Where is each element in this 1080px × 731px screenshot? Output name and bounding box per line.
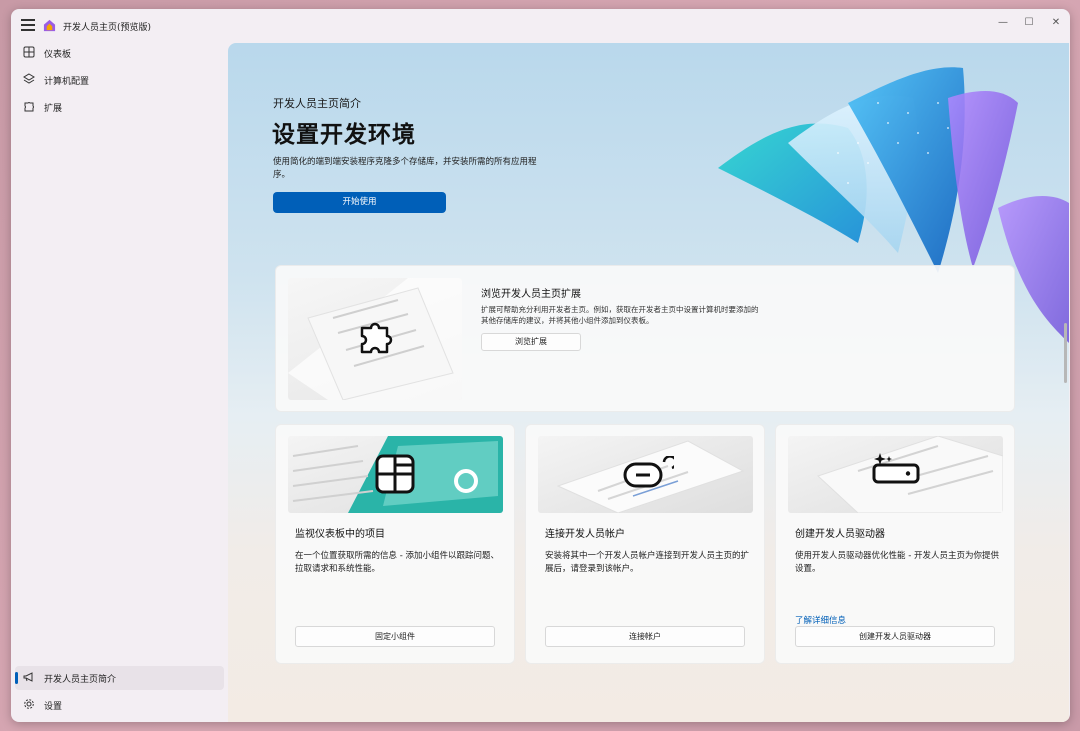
sidebar-item-label: 计算机配置 xyxy=(44,77,90,87)
extensions-description: 扩展可帮助充分利用开发者主页。例如，获取在开发者主页中设置计算机时要添加的其他存… xyxy=(481,305,759,325)
pin-widgets-button[interactable]: 固定小组件 xyxy=(295,626,495,647)
gear-icon xyxy=(24,699,34,709)
sidebar-item-label: 开发人员主页简介 xyxy=(44,675,117,685)
maximize-button[interactable]: ☐ xyxy=(1020,15,1038,31)
close-button[interactable]: ✕ xyxy=(1047,15,1065,31)
browse-extensions-button[interactable]: 浏览扩展 xyxy=(481,333,581,351)
extensions-card: 浏览开发人员主页扩展 扩展可帮助充分利用开发者主页。例如，获取在开发者主页中设置… xyxy=(275,265,1015,412)
extensions-thumbnail xyxy=(288,278,462,400)
extensions-title: 浏览开发人员主页扩展 xyxy=(481,289,581,300)
card-title: 监视仪表板中的项目 xyxy=(295,529,385,540)
menu-icon[interactable] xyxy=(21,19,35,31)
sidebar-item-machine-config[interactable]: 计算机配置 xyxy=(15,68,224,92)
scrollbar[interactable] xyxy=(1064,323,1067,383)
dev-drive-card: 创建开发人员驱动器 使用开发人员驱动器优化性能 - 开发人员主页为你提供设置。 … xyxy=(775,424,1015,664)
card-description: 在一个位置获取所需的信息 - 添加小组件以跟踪问题、拉取请求和系统性能。 xyxy=(295,551,499,574)
accounts-thumbnail xyxy=(538,436,753,513)
hero-subtitle: 开发人员主页简介 xyxy=(273,97,361,110)
sidebar-item-label: 设置 xyxy=(44,702,63,712)
page-title: 设置开发环境 xyxy=(272,122,416,148)
minimize-button[interactable]: — xyxy=(994,15,1012,31)
app-logo-icon xyxy=(43,19,56,32)
sidebar-item-settings[interactable]: 设置 xyxy=(15,693,224,717)
card-title: 创建开发人员驱动器 xyxy=(795,529,885,540)
window-title: 开发人员主页(预览版) xyxy=(63,23,152,33)
sidebar-item-label: 仪表板 xyxy=(44,50,72,60)
sidebar-item-dashboard[interactable]: 仪表板 xyxy=(15,41,224,65)
puzzle-icon xyxy=(24,101,35,112)
layers-icon xyxy=(23,73,35,84)
dev-drive-thumbnail xyxy=(788,436,1003,513)
dashboard-thumbnail xyxy=(288,436,503,513)
connect-account-button[interactable]: 连接帐户 xyxy=(545,626,745,647)
widget-grid-icon xyxy=(375,454,415,494)
megaphone-icon xyxy=(23,672,33,682)
hero-description: 使用简化的端到端安装程序克隆多个存储库，并安装所需的所有应用程序。 xyxy=(273,157,537,180)
sidebar-item-label: 扩展 xyxy=(44,104,63,114)
card-description: 使用开发人员驱动器优化性能 - 开发人员主页为你提供设置。 xyxy=(795,551,999,574)
dashboard-card: 监视仪表板中的项目 在一个位置获取所需的信息 - 添加小组件以跟踪问题、拉取请求… xyxy=(275,424,515,664)
app-window: 开发人员主页(预览版) — ☐ ✕ 仪表板 计算机配置 扩展 开发人员主页简介 … xyxy=(11,9,1070,722)
card-description: 安装将其中一个开发人员帐户连接到开发人员主页的扩展后，请登录到该帐户。 xyxy=(545,551,750,574)
card-title: 连接开发人员帐户 xyxy=(545,529,625,540)
create-dev-drive-button[interactable]: 创建开发人员驱动器 xyxy=(795,626,995,647)
get-started-button[interactable]: 开始使用 xyxy=(273,192,446,213)
sidebar-item-intro[interactable]: 开发人员主页简介 xyxy=(15,666,224,690)
dashboard-icon xyxy=(23,46,35,58)
main-content: 开发人员主页简介 设置开发环境 使用简化的端到端安装程序克隆多个存储库，并安装所… xyxy=(228,43,1069,722)
title-bar: 开发人员主页(预览版) — ☐ ✕ xyxy=(11,9,1070,43)
accounts-card: 连接开发人员帐户 安装将其中一个开发人员帐户连接到开发人员主页的扩展后，请登录到… xyxy=(525,424,765,664)
sidebar-item-extensions[interactable]: 扩展 xyxy=(15,95,224,119)
learn-more-link[interactable]: 了解详细信息 xyxy=(795,614,846,626)
link-icon xyxy=(623,456,674,488)
dev-drive-icon xyxy=(872,453,920,484)
puzzle-icon xyxy=(360,322,393,354)
